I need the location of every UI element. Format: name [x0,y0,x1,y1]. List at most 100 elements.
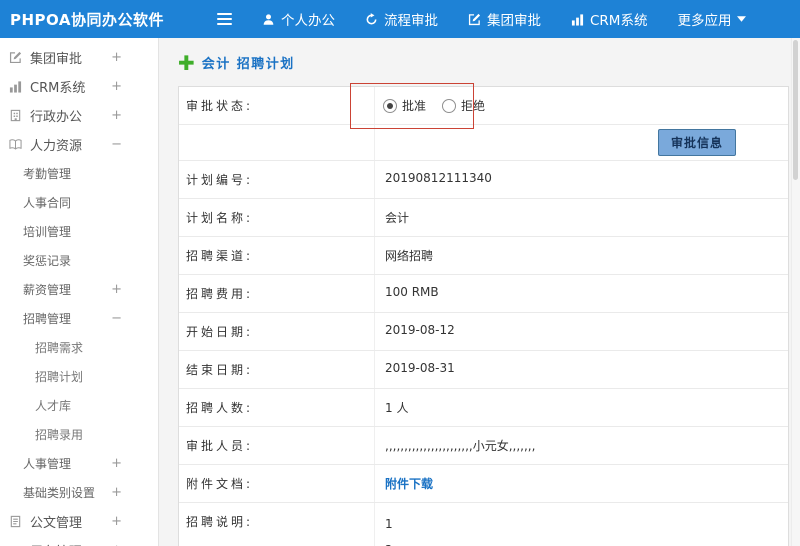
sidebar-item-recruitment[interactable]: 招聘管理 − [0,304,158,333]
sidebar-item-label: 招聘需求 [35,341,84,355]
expander-toggle[interactable]: + [111,485,122,500]
page-header: ✚ 会计 招聘计划 [178,53,789,73]
approval-info-button[interactable]: 审批信息 [657,129,736,156]
expander-toggle[interactable]: + [111,79,122,94]
field-value: ,,,,,,,,,,,,,,,,,,,,,,,小元女,,,,,,, [385,439,536,453]
sidebar-item-crm[interactable]: CRM系统 + [0,72,158,101]
nav-label: 流程审批 [384,13,438,29]
field-row-attachment: 附件文档: 附件下载 [179,465,788,503]
field-label: 招聘费用: [179,275,375,312]
radio-option-approve[interactable]: 批准 [383,97,426,114]
nav-more-apps[interactable]: 更多应用 [662,0,761,38]
expander-toggle[interactable]: + [111,514,122,529]
field-row-approvers: 审批人员: ,,,,,,,,,,,,,,,,,,,,,,,小元女,,,,,,, [179,427,788,465]
field-label: 结束日期: [179,351,375,388]
document-icon [9,515,24,529]
main-content: ✚ 会计 招聘计划 审批状态: 批准 拒绝 审批信息 计划编号: 2019081… [159,38,800,546]
radio-label: 拒绝 [461,99,486,113]
sidebar-item-document-mgmt[interactable]: 公文管理 + [0,507,158,536]
sidebar-item-label: 招聘管理 [23,312,72,326]
nav-crm-system[interactable]: CRM系统 [556,0,662,38]
nav-workflow-approval[interactable]: 流程审批 [350,0,453,38]
nav-label: 更多应用 [677,13,732,29]
sidebar-item-salary[interactable]: 薪资管理 + [0,275,158,304]
sidebar-item-vehicle-mgmt[interactable]: 用车管理 + [0,536,158,546]
field-row-start-date: 开始日期: 2019-08-12 [179,313,788,351]
sidebar-item-base-category[interactable]: 基础类别设置 + [0,478,158,507]
sidebar-item-label: 公文管理 [30,516,83,531]
nav-label: 个人办公 [281,13,335,29]
workflow-icon [365,12,378,26]
field-value: 附件下载 [375,465,788,502]
hamburger-menu-icon[interactable] [202,13,247,25]
sidebar-item-hr[interactable]: 人力资源 − [0,130,158,159]
field-value: 会计 [385,211,410,225]
topbar: PHPOA协同办公软件 个人办公 流程审批 集团审批 CRM系统 更多应用 [0,0,800,38]
top-navigation: 个人办公 流程审批 集团审批 CRM系统 更多应用 [247,0,761,38]
sidebar-item-personnel[interactable]: 人事管理 + [0,449,158,478]
sidebar-item-label: CRM系统 [30,81,86,96]
field-row-cost: 招聘费用: 100 RMB [179,275,788,313]
caret-down-icon [737,16,747,22]
page-body: 集团审批 + CRM系统 + 行政办公 + 人力资源 − 考勤管理 人事合同 培… [0,38,800,546]
edit-square-icon [9,51,24,65]
sidebar-item-recruit-demand[interactable]: 招聘需求 [0,333,158,362]
edit-icon [468,13,481,26]
sidebar-item-label: 招聘录用 [35,428,84,442]
field-value: 20190812111340 [385,171,492,185]
expander-toggle[interactable]: − [111,311,122,326]
sidebar-item-label: 人事合同 [23,196,72,210]
field-label: 招聘渠道: [179,237,375,274]
field-row-end-date: 结束日期: 2019-08-31 [179,351,788,389]
sidebar-item-label: 薪资管理 [23,283,72,297]
field-row-plan-number: 计划编号: 20190812111340 [179,161,788,199]
field-label-empty [179,125,375,160]
sidebar-item-hr-contract[interactable]: 人事合同 [0,188,158,217]
sidebar-item-label: 奖惩记录 [23,254,72,268]
bar-chart-icon [571,13,584,26]
sidebar-item-label: 人才库 [35,399,72,413]
sidebar-item-attendance[interactable]: 考勤管理 [0,159,158,188]
sidebar-item-talent-pool[interactable]: 人才库 [0,391,158,420]
bar-chart-icon [9,80,24,94]
nav-personal-office[interactable]: 个人办公 [247,0,350,38]
approval-button-row: 审批信息 [179,125,788,161]
expander-toggle[interactable]: + [111,50,122,65]
sidebar-item-recruit-plan[interactable]: 招聘计划 [0,362,158,391]
expander-toggle[interactable]: − [111,137,122,152]
nav-group-approval[interactable]: 集团审批 [453,0,556,38]
sidebar-item-rewards[interactable]: 奖惩记录 [0,246,158,275]
app-logo: PHPOA协同办公软件 [10,10,164,29]
sidebar-item-admin-office[interactable]: 行政办公 + [0,101,158,130]
sidebar-item-label: 考勤管理 [23,167,72,181]
field-value: 2019-08-31 [385,361,455,375]
radio-approve-icon[interactable] [383,98,397,113]
expander-toggle[interactable]: + [111,282,122,297]
field-value: 1 人 [385,401,409,415]
field-row-headcount: 招聘人数: 1 人 [179,389,788,427]
radio-option-reject[interactable]: 拒绝 [442,97,485,114]
attachment-download-link[interactable]: 附件下载 [385,477,433,491]
field-label: 计划编号: [179,161,375,198]
field-value: 1 2 [385,517,393,546]
button-cell: 审批信息 [375,125,788,160]
nav-label: CRM系统 [590,13,648,29]
expander-toggle[interactable]: + [111,108,122,123]
field-label: 招聘说明: [179,503,375,546]
radio-reject-icon[interactable] [442,98,457,113]
expander-toggle[interactable]: + [111,456,122,471]
sidebar-item-label: 基础类别设置 [23,486,96,500]
sidebar-item-recruit-hire[interactable]: 招聘录用 [0,420,158,449]
field-row-plan-name: 计划名称: 会计 [179,199,788,237]
field-label: 附件文档: [179,465,375,502]
sidebar-item-label: 人事管理 [23,457,72,471]
sidebar-item-group-approval[interactable]: 集团审批 + [0,43,158,72]
scrollbar-thumb[interactable] [793,40,798,180]
radio-label: 批准 [402,99,427,113]
book-icon [9,138,24,152]
field-row-channel: 招聘渠道: 网络招聘 [179,237,788,275]
field-value: 100 RMB [385,285,439,299]
field-label: 计划名称: [179,199,375,236]
vertical-scrollbar[interactable] [791,38,800,546]
sidebar-item-training[interactable]: 培训管理 [0,217,158,246]
